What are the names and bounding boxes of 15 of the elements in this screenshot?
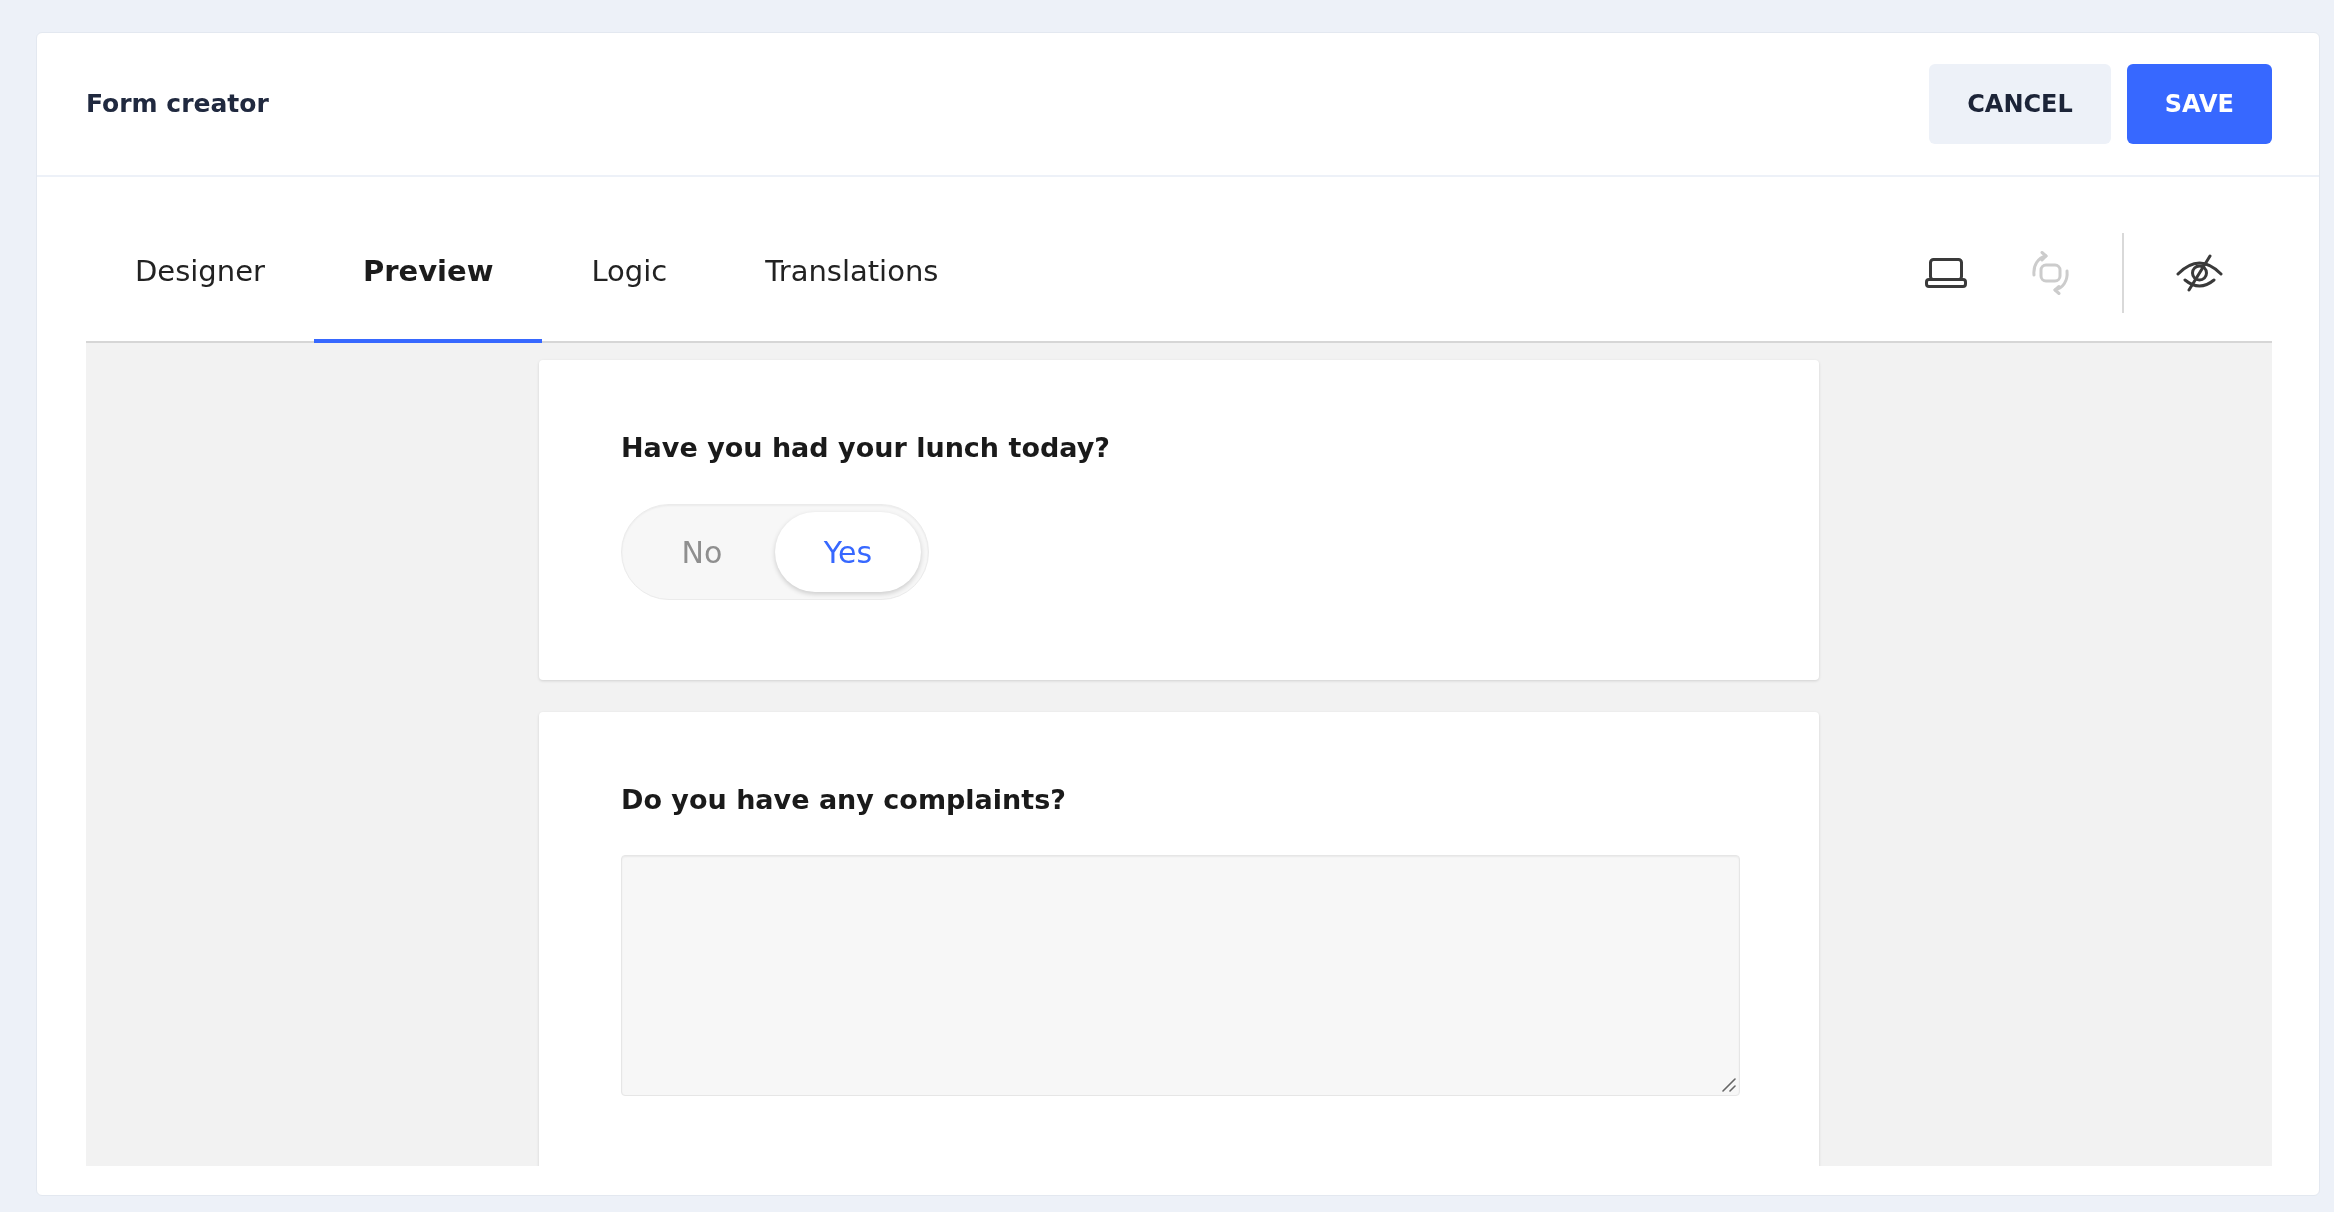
rotate-icon — [2031, 251, 2070, 295]
toggle-switch[interactable]: No Yes — [621, 504, 929, 600]
tab[interactable]: Designer — [86, 205, 314, 343]
resize-handle-icon[interactable] — [1722, 1078, 1736, 1092]
laptop-icon — [1925, 258, 1967, 288]
tab[interactable]: Translations — [716, 205, 988, 343]
cancel-button[interactable]: CANCEL — [1929, 64, 2111, 144]
page-title: Form creator — [86, 88, 269, 121]
question-title: Have you had your lunch today? — [621, 431, 1111, 465]
text-area-field[interactable] — [621, 855, 1740, 1096]
question-title: Do you have any complaints? — [621, 783, 1067, 817]
toggle-option[interactable]: Yes — [775, 512, 921, 592]
tab[interactable]: Logic — [542, 205, 717, 343]
save-button[interactable]: SAVE — [2126, 64, 2272, 144]
eye-slash-icon — [2176, 254, 2223, 292]
